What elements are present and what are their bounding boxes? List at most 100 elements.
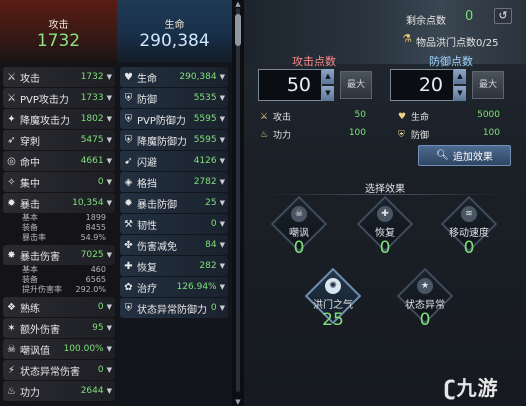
dropdown-arrow-icon[interactable]: ▼ — [220, 304, 225, 312]
stat-row-critical-damage[interactable]: ✸ 暴击伤害 7025 ▼ — [3, 245, 115, 265]
stat-row-status-defense[interactable]: ⛨ 状态异常防御力 0 ▼ — [120, 298, 228, 318]
target-icon: ◎ — [7, 155, 16, 167]
select-effect-title: 选择效果 — [365, 184, 405, 195]
defense-points-input[interactable]: 20 — [390, 69, 454, 101]
reset-icon[interactable]: ↺ — [494, 8, 512, 24]
stat-row-accuracy[interactable]: ◎ 命中 4661 ▼ — [3, 151, 115, 171]
dropdown-arrow-icon[interactable]: ▼ — [220, 136, 225, 144]
demon-shield-icon: ⛨ — [124, 134, 133, 146]
dropdown-arrow-icon[interactable]: ▼ — [107, 324, 112, 332]
node-value: 0 — [379, 238, 391, 258]
defense-points-stepper[interactable]: ▲ ▼ — [454, 69, 466, 101]
wind-icon: ≋ — [461, 206, 477, 222]
stat-row-damage-reduction[interactable]: ✤ 伤害减免 84 ▼ — [120, 235, 228, 255]
stat-row-pvp-defense[interactable]: ⛨ PVP防御力 5595 ▼ — [120, 109, 228, 129]
stat-row-heal[interactable]: ✿ 治疗 126.94% ▼ — [120, 277, 228, 297]
scrollbar-thumb[interactable] — [235, 14, 241, 46]
stat-name: 恢复 — [137, 262, 157, 274]
effect-node-move-speed[interactable]: ≋ 移动速度 0 — [436, 195, 502, 266]
watermark-logo: ʗ九游 — [444, 372, 498, 401]
defense-effect-row: ♥ 生命 — [398, 110, 429, 124]
scroll-up-arrow-icon[interactable]: ▲ — [234, 0, 242, 8]
decrement-arrow-icon[interactable]: ▼ — [454, 86, 466, 101]
stat-row-hp[interactable]: ♥ 生命 290,384 ▼ — [120, 67, 228, 87]
effect-node-hongmen-qi[interactable]: ✺ 洪门之气 25 — [300, 267, 366, 338]
stat-name: 暴击伤害 — [20, 251, 60, 263]
attack-points-input[interactable]: 50 — [258, 69, 322, 101]
stat-value: 5595 — [193, 135, 217, 145]
stat-row-extra-damage[interactable]: ✶ 额外伤害 95 ▼ — [3, 318, 115, 338]
dropdown-arrow-icon[interactable]: ▼ — [107, 94, 112, 102]
attack-points-stepper[interactable]: ▲ ▼ — [322, 69, 334, 101]
dropdown-arrow-icon[interactable]: ▼ — [220, 283, 225, 291]
stat-row-pvp-attack[interactable]: ⚔ PVP攻击力 1733 ▼ — [3, 88, 115, 108]
stat-row-taunt[interactable]: ☠ 嘲讽值 100.00% ▼ — [3, 339, 115, 359]
stat-value: 2782 — [193, 177, 217, 187]
stat-row-mastery[interactable]: ❖ 熟练 0 ▼ — [3, 297, 115, 317]
increment-arrow-icon[interactable]: ▲ — [454, 69, 466, 84]
stat-row-critical[interactable]: ✹ 暴击 10,354 ▼ — [3, 193, 115, 213]
stat-row-pierce[interactable]: ➶ 穿刺 5475 ▼ — [3, 130, 115, 150]
attack-header: 攻击 1732 — [0, 0, 117, 62]
scrollbar-track[interactable] — [236, 8, 240, 392]
dropdown-arrow-icon[interactable]: ▼ — [220, 241, 225, 249]
dropdown-arrow-icon[interactable]: ▼ — [220, 94, 225, 102]
stat-row-status-damage[interactable]: ⚡ 状态异常伤害 0 ▼ — [3, 360, 115, 380]
stat-name: 命中 — [20, 157, 40, 169]
stat-value: 2644 — [80, 386, 104, 396]
stat-row-focus[interactable]: ✧ 集中 0 ▼ — [3, 172, 115, 192]
dropdown-arrow-icon[interactable]: ▼ — [220, 199, 225, 207]
stat-row-crit-defense[interactable]: ✹ 暴击防御 25 ▼ — [120, 193, 228, 213]
dropdown-arrow-icon[interactable]: ▼ — [107, 366, 112, 374]
logo-icon: ʗ — [444, 376, 457, 400]
stat-row-evade[interactable]: ➹ 闪避 4126 ▼ — [120, 151, 228, 171]
add-effect-button[interactable]: 🔍︎ 追加效果 — [418, 145, 511, 166]
detail-value: 460 — [90, 265, 106, 274]
dropdown-arrow-icon[interactable]: ▼ — [107, 345, 112, 353]
stat-value: 5475 — [80, 135, 104, 145]
dropdown-arrow-icon[interactable]: ▼ — [107, 303, 112, 311]
dropdown-arrow-icon[interactable]: ▼ — [107, 157, 112, 165]
watermark-text: 九游 — [456, 376, 499, 400]
defense-header: 生命 290,384 — [117, 0, 232, 62]
stat-row-recovery[interactable]: ✚ 恢复 282 ▼ — [120, 256, 228, 276]
stat-row-demon-attack[interactable]: ✦ 降魔攻击力 1802 ▼ — [3, 109, 115, 129]
status-damage-icon: ⚡ — [7, 364, 16, 376]
dropdown-arrow-icon[interactable]: ▼ — [220, 220, 225, 228]
dropdown-arrow-icon[interactable]: ▼ — [107, 73, 112, 81]
dropdown-arrow-icon[interactable]: ▼ — [220, 73, 225, 81]
stat-value: 1802 — [80, 114, 104, 124]
scroll-down-arrow-icon[interactable]: ▼ — [234, 398, 242, 406]
dropdown-arrow-icon[interactable]: ▼ — [107, 115, 112, 123]
dropdown-arrow-icon[interactable]: ▼ — [107, 251, 112, 259]
increment-arrow-icon[interactable]: ▲ — [322, 69, 334, 84]
dropdown-arrow-icon[interactable]: ▼ — [107, 136, 112, 144]
effect-node-taunt[interactable]: ☠ 嘲讽 0 — [266, 195, 332, 266]
dropdown-arrow-icon[interactable]: ▼ — [220, 262, 225, 270]
heal-icon: ✿ — [124, 281, 133, 293]
item-points-label: 物品洪门点数0/25 — [416, 38, 499, 49]
stat-row-defense[interactable]: ⛨ 防御 5535 ▼ — [120, 88, 228, 108]
stats-scrollbar[interactable]: ▲ ▼ — [232, 0, 244, 406]
dropdown-arrow-icon[interactable]: ▼ — [107, 178, 112, 186]
stat-row-power[interactable]: ♨ 功力 2644 ▼ — [3, 381, 115, 401]
star-icon: ★ — [417, 278, 433, 294]
stat-name: 额外伤害 — [20, 324, 60, 336]
stat-row-block[interactable]: ◈ 格挡 2782 ▼ — [120, 172, 228, 192]
dropdown-arrow-icon[interactable]: ▼ — [107, 199, 112, 207]
stat-value: 5595 — [193, 114, 217, 124]
stat-row-demon-defense[interactable]: ⛨ 降魔防御力 5595 ▼ — [120, 130, 228, 150]
defense-max-button[interactable]: 最大 — [472, 71, 504, 99]
dropdown-arrow-icon[interactable]: ▼ — [220, 115, 225, 123]
stat-row-attack[interactable]: ⚔ 攻击 1732 ▼ — [3, 67, 115, 87]
effect-node-recovery[interactable]: ✚ 恢复 0 — [352, 195, 418, 266]
dropdown-arrow-icon[interactable]: ▼ — [107, 387, 112, 395]
stat-name: 生命 — [137, 73, 157, 85]
stat-value: 1732 — [80, 72, 104, 82]
dropdown-arrow-icon[interactable]: ▼ — [220, 178, 225, 186]
effect-node-status-ailment[interactable]: ★ 状态异常 0 — [392, 267, 458, 338]
attack-max-button[interactable]: 最大 — [340, 71, 372, 99]
dropdown-arrow-icon[interactable]: ▼ — [220, 157, 225, 165]
decrement-arrow-icon[interactable]: ▼ — [322, 86, 334, 101]
stat-row-tenacity[interactable]: ⚒ 韧性 0 ▼ — [120, 214, 228, 234]
